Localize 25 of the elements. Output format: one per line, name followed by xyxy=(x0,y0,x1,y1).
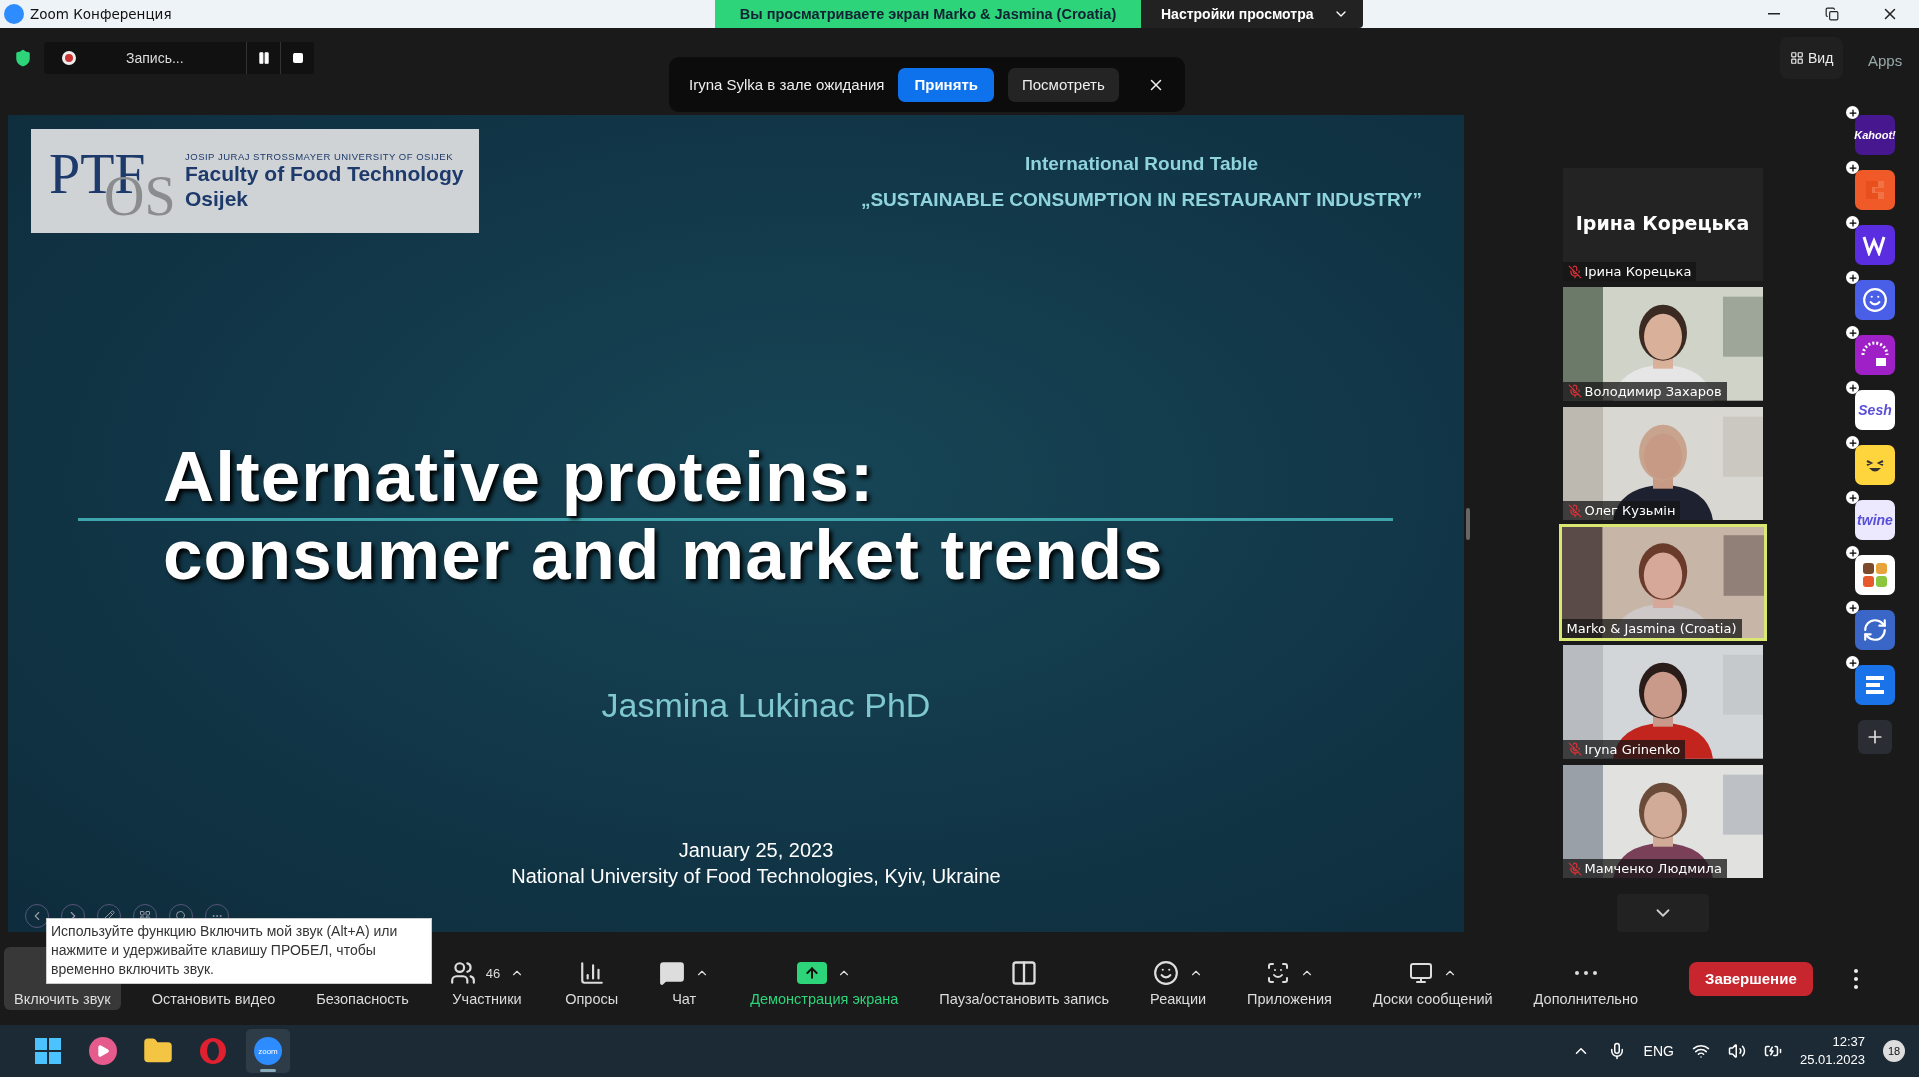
name-label: Олег Кузьмін xyxy=(1584,503,1676,519)
faculty-name: Faculty of Food Technology xyxy=(185,162,464,187)
name-label: Мамченко Людмила xyxy=(1584,861,1722,877)
slide-title: Alternative proteins: xyxy=(163,438,876,516)
slide-venue: National University of Food Technologies, Kyiv, Ukraine xyxy=(511,865,1001,888)
event-title: „SUSTAINABLE CONSUMPTION IN RESTAURANT INDUSTRY” xyxy=(860,189,1423,211)
city-name: Osijek xyxy=(185,186,250,211)
recording-label: Запись... xyxy=(126,50,185,66)
window-title: Zoom Конференция xyxy=(30,6,172,22)
author-name: Jasmina Lukinac PhD xyxy=(601,686,931,725)
event-name: International Round Table xyxy=(1025,153,1258,175)
share-banner: Вы просматриваете экран Marko & Jasmina (Croatia) xyxy=(715,0,1141,28)
name-label: Ірина Корецька xyxy=(1584,264,1692,280)
slide-date: January 25, 2023 xyxy=(678,839,834,862)
zoom-icon: zoom xyxy=(254,1037,282,1065)
participant-name: Ірина Корецька xyxy=(1574,212,1751,234)
name-label: Володимир Захаров xyxy=(1584,383,1722,399)
apps-label: Apps xyxy=(1868,52,1903,69)
notice-text: Iryna Sylka в зале ожидания xyxy=(689,76,885,93)
name-label: Marko & Jasmina (Croatia) xyxy=(1566,621,1737,637)
participant-count: 46 xyxy=(485,965,501,981)
slide-title: consumer and market trends xyxy=(163,516,1165,594)
tooltip: Используйте функцию Включить мой звук (Alt+A) или нажмите и удерживайте клавишу ПРОБЕЛ, чтобы временно включить звук. xyxy=(46,918,432,984)
name-label: Iryna Grinenko xyxy=(1584,741,1681,757)
university-name: JOSIP JURAJ STROSSMAYER UNIVERSITY OF OSIJEK xyxy=(185,151,454,163)
